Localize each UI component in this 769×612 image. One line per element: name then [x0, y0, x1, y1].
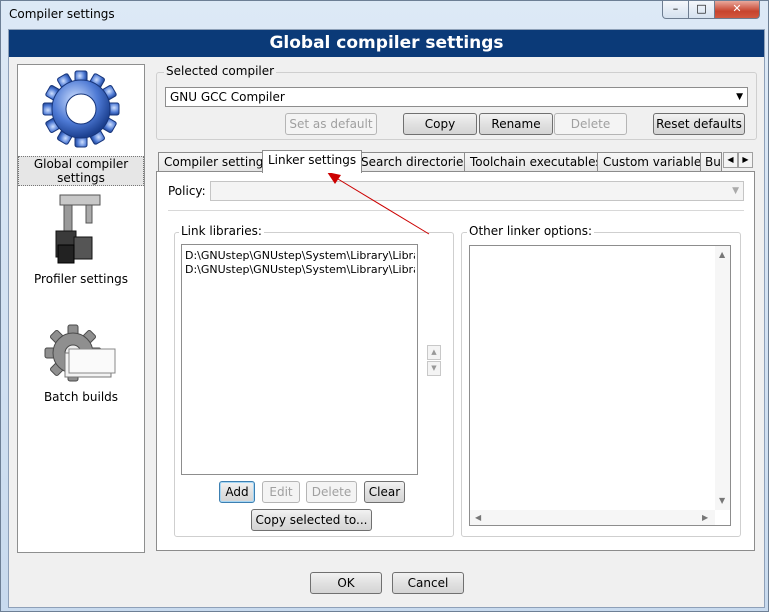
policy-select[interactable]: ▼ — [210, 181, 744, 201]
link-libraries-list[interactable]: D:\GNUstep\GNUstep\System\Library\Libra … — [181, 244, 418, 475]
selected-compiler-label: Selected compiler — [164, 64, 277, 78]
gear-icon — [42, 70, 120, 148]
tab-custom-variables[interactable]: Custom variables — [597, 152, 714, 172]
compiler-select[interactable]: GNU GCC Compiler ▼ — [165, 87, 748, 107]
chevron-down-icon: ▼ — [736, 92, 743, 102]
title-bar[interactable]: Compiler settings – □ ✕ — [1, 1, 768, 29]
delete-library-button[interactable]: Delete — [306, 481, 357, 503]
scroll-right-icon: ▶ — [702, 513, 709, 522]
other-linker-options-textarea[interactable]: ▲ ▼ ◀ ▶ — [469, 245, 731, 526]
sidebar-item-batch-builds[interactable]: Batch builds — [18, 323, 144, 404]
settings-sidebar: Global compiler settings Profiler settin… — [17, 64, 145, 553]
minimize-icon: – — [672, 2, 679, 15]
ok-button[interactable]: OK — [310, 572, 382, 594]
sidebar-item-label: Profiler settings — [34, 272, 128, 286]
tab-toolchain-executables[interactable]: Toolchain executables — [464, 152, 608, 172]
other-linker-options-label: Other linker options: — [467, 224, 595, 238]
delete-compiler-button[interactable]: Delete — [554, 113, 627, 135]
batch-gear-icon — [44, 324, 116, 382]
window-title: Compiler settings — [9, 7, 115, 21]
clear-libraries-button[interactable]: Clear — [364, 481, 405, 503]
move-up-button[interactable]: ▲ — [427, 345, 441, 360]
list-item[interactable]: D:\GNUstep\GNUstep\System\Library\Libra — [185, 263, 415, 276]
sidebar-item-profiler[interactable]: Profiler settings — [18, 191, 144, 286]
rename-button[interactable]: Rename — [479, 113, 553, 135]
close-icon: ✕ — [732, 2, 742, 15]
sidebar-item-label: Batch builds — [43, 390, 119, 404]
chevron-down-icon: ▼ — [732, 186, 739, 196]
reset-defaults-button[interactable]: Reset defaults — [653, 113, 745, 135]
tab-scroll-right[interactable]: ▶ — [738, 152, 753, 168]
caliper-icon — [55, 194, 101, 264]
annotation-arrow — [327, 172, 430, 235]
compiler-settings-window: Compiler settings – □ ✕ Global compiler … — [0, 0, 769, 612]
move-down-button[interactable]: ▼ — [427, 361, 441, 376]
tab-scroll-left[interactable]: ◀ — [723, 152, 738, 168]
dialog-client-area: Global compiler settings Global compiler… — [8, 29, 765, 608]
scroll-up-icon: ▲ — [719, 250, 726, 259]
tab-compiler-settings[interactable]: Compiler settings — [158, 152, 276, 172]
add-library-button[interactable]: Add — [219, 481, 255, 503]
chevron-down-icon: ▼ — [431, 364, 437, 372]
page-banner: Global compiler settings — [9, 30, 764, 57]
divider — [168, 210, 744, 211]
tab-build-options[interactable]: Bui — [700, 152, 722, 172]
sidebar-item-label: Global compiler settings — [18, 156, 144, 186]
chevron-up-icon: ▲ — [431, 348, 437, 356]
copy-selected-to-button[interactable]: Copy selected to... — [251, 509, 372, 531]
edit-library-button[interactable]: Edit — [262, 481, 300, 503]
sidebar-item-global-compiler[interactable]: Global compiler settings — [18, 67, 144, 186]
scroll-left-icon: ◀ — [475, 513, 482, 522]
maximize-button[interactable]: □ — [688, 1, 715, 19]
close-button[interactable]: ✕ — [714, 1, 760, 19]
copy-button[interactable]: Copy — [403, 113, 477, 135]
maximize-icon: □ — [696, 2, 707, 15]
link-libraries-label: Link libraries: — [179, 224, 264, 238]
chevron-left-icon: ◀ — [727, 155, 734, 164]
chevron-right-icon: ▶ — [742, 155, 749, 164]
minimize-button[interactable]: – — [662, 1, 689, 19]
cancel-button[interactable]: Cancel — [392, 572, 464, 594]
horizontal-scrollbar[interactable]: ◀ ▶ — [470, 510, 715, 525]
list-item[interactable]: D:\GNUstep\GNUstep\System\Library\Libra — [185, 249, 415, 262]
policy-label: Policy: — [168, 184, 206, 198]
compiler-select-value: GNU GCC Compiler — [170, 90, 285, 104]
tab-linker-settings[interactable]: Linker settings — [262, 150, 363, 173]
scroll-down-icon: ▼ — [719, 496, 726, 505]
set-as-default-button[interactable]: Set as default — [285, 113, 377, 135]
vertical-scrollbar[interactable]: ▲ ▼ — [715, 246, 730, 510]
